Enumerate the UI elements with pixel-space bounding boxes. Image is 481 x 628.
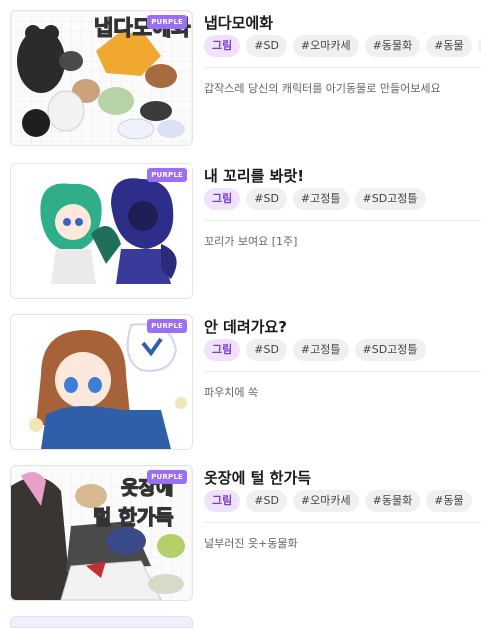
tag-list: 그림 #SD #고정틀 #SD고정틀 [204,339,426,361]
tag[interactable]: #SD고정틀 [354,188,426,210]
thumbnail-illustration: 옷장에 털 한가득 [11,466,192,600]
list-item[interactable]: 냅다모에화 PURPLE 냅다모에화 그림 #SD #오마카세 #동물화 #동물… [0,10,481,160]
divider [204,371,481,372]
tag[interactable]: #동물 [426,490,472,512]
tag[interactable]: #SD [246,490,287,512]
tag[interactable]: #고정틀 [292,188,349,210]
item-title[interactable]: 내 꼬리를 봐랏! [204,165,304,186]
thumbnail[interactable]: PURPLE [10,314,193,450]
thumbnail[interactable]: PURPLE [10,163,193,299]
tag[interactable]: #SD [246,188,287,210]
tag-list: 그림 #SD #고정틀 #SD고정틀 [204,188,426,210]
list-item[interactable]: PURPLE 내 꼬리를 봐랏! 그림 #SD #고정틀 #SD고정틀 꼬리가 … [0,163,481,313]
tag[interactable]: #동물 [426,35,472,57]
tag-category[interactable]: 그림 [204,188,241,210]
tag-list: 그림 #SD #오마카세 #동물화 #동물 [204,490,472,512]
thumbnail-illustration [11,164,192,298]
tag-category[interactable]: 그림 [204,35,241,57]
purple-badge: PURPLE [147,470,187,484]
item-description: 갑작스레 당신의 캐릭터를 아기동물로 만들어보세요 [204,82,441,95]
tag[interactable]: #동물화 [364,490,421,512]
list-item[interactable]: 옷장에 털 한가득 PURPLE 옷장에 털 한가득 그림 #SD #오마카세 … [0,465,481,615]
item-description: 널부러진 옷+동물화 [204,537,298,550]
tag-category[interactable]: 그림 [204,490,241,512]
purple-badge: PURPLE [147,15,187,29]
tag-list: 그림 #SD #오마카세 #동물화 #동물 # [204,35,481,57]
item-title[interactable]: 안 데려가요? [204,316,287,337]
thumbnail-illustration: 냅다모에화 [11,11,192,145]
tag[interactable]: #SD [246,35,287,57]
divider [204,67,481,68]
purple-badge: PURPLE [147,319,187,333]
thumbnail[interactable]: 냅다모에화 PURPLE [10,10,193,146]
tag[interactable]: #SD고정틀 [354,339,426,361]
tag[interactable]: #오마카세 [292,35,359,57]
item-description: 꼬리가 보여요 [1주] [204,235,298,248]
item-title[interactable]: 냅다모에화 [204,12,273,33]
thumbnail-illustration [11,315,192,449]
purple-badge: PURPLE [147,168,187,182]
thumbnail-caption-line-2: 털 한가득 [93,505,174,529]
item-description: 파우치에 쏙 [204,386,259,399]
item-title[interactable]: 옷장에 털 한가득 [204,467,311,488]
divider [204,220,481,221]
tag[interactable]: #고정틀 [292,339,349,361]
tag[interactable]: #동물화 [364,35,421,57]
divider [204,522,481,523]
thumbnail[interactable]: 옷장에 털 한가득 PURPLE [10,465,193,601]
tag-category[interactable]: 그림 [204,339,241,361]
next-item-thumbnail-peek[interactable] [10,616,193,628]
tag[interactable]: #SD [246,339,287,361]
list-item[interactable]: PURPLE 안 데려가요? 그림 #SD #고정틀 #SD고정틀 파우치에 쏙 [0,314,481,464]
tag[interactable]: #오마카세 [292,490,359,512]
